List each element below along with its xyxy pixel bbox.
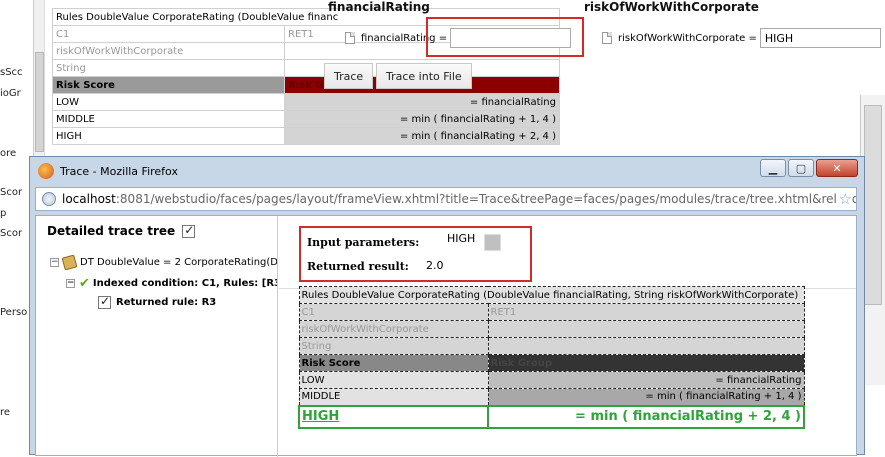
- trace-button[interactable]: Trace: [324, 63, 374, 89]
- field-label: riskOfWorkWithCorporate =: [618, 32, 757, 44]
- table-cell: riskOfWorkWithCorporate: [298, 320, 489, 338]
- table-cell: MIDDLE: [298, 388, 489, 406]
- trace-tree-pane: Detailed trace tree − DT DoubleValue = 2…: [36, 216, 278, 457]
- financial-rating-title: financialRating: [328, 0, 430, 14]
- table-cell[interactable]: MIDDLE: [52, 110, 285, 128]
- table-header: Risk Score: [298, 354, 489, 372]
- table-row[interactable]: LOW = financialRating: [52, 93, 560, 111]
- table-cell[interactable]: = min ( financialRating + 2, 4 ): [284, 127, 560, 145]
- table-row-highlighted: HIGH = min ( financialRating + 2, 4 ): [298, 404, 805, 429]
- table-header[interactable]: Risk Score: [52, 76, 285, 94]
- risk-title: riskOfWorkWithCorporate: [584, 0, 759, 14]
- risk-row: riskOfWorkWithCorporate =: [602, 28, 881, 48]
- table-cell[interactable]: String: [52, 59, 285, 77]
- tree-item[interactable]: − DT DoubleValue = 2 CorporateRating(Do: [50, 254, 278, 271]
- table-cell: LOW: [298, 371, 489, 389]
- table-header: Risk Group: [487, 354, 805, 372]
- returned-result-label: Returned result:: [307, 260, 409, 273]
- url-path: :8081/webstudio/faces/pages/layout/frame…: [115, 192, 857, 206]
- left-scrollbar[interactable]: [33, 0, 45, 160]
- maximize-button[interactable]: ▢: [788, 159, 814, 177]
- left-fragment: Scor: [0, 187, 23, 198]
- url-bar[interactable]: localhost:8081/webstudio/faces/pages/lay…: [35, 187, 857, 211]
- trace-into-file-button[interactable]: Trace into File: [376, 63, 472, 89]
- table-cell: RET1: [487, 303, 805, 321]
- highlighted-cell: = min ( financialRating + 2, 4 ): [487, 404, 805, 429]
- star-icon[interactable]: ☆: [835, 190, 852, 208]
- input-params-label: Input parameters:: [307, 236, 420, 249]
- tree-item-label: Returned rule: R3: [116, 297, 217, 308]
- table-cell: C1: [298, 303, 489, 321]
- trace-rules-table: Rules DoubleValue CorporateRating (Doubl…: [298, 286, 805, 429]
- returned-rule-checkbox: [98, 294, 111, 309]
- input-params-value: HIGH: [447, 232, 476, 245]
- left-fragment: ioGr: [0, 88, 21, 99]
- table-cell: [487, 337, 805, 355]
- input-parameters-box: Input parameters: HIGH Returned result: …: [299, 226, 532, 282]
- table-cell[interactable]: HIGH: [52, 127, 285, 145]
- table-row: LOW = financialRating: [298, 371, 805, 389]
- tree-item[interactable]: − ✔ Indexed condition: C1, Rules: [R3: [66, 276, 278, 291]
- left-fragment: Perso: [0, 307, 28, 318]
- table-cell: String: [298, 337, 489, 355]
- table-cell: = min ( financialRating + 1, 4 ): [487, 388, 805, 406]
- left-fragment: ore: [0, 148, 17, 159]
- table-title: Rules DoubleValue CorporateRating (Doubl…: [298, 286, 805, 304]
- left-fragment: re: [0, 407, 11, 418]
- window-content: Detailed trace tree − DT DoubleValue = 2…: [35, 215, 857, 457]
- tree-item-label: DT DoubleValue = 2 CorporateRating(Do: [80, 257, 278, 268]
- trace-window: Trace - Mozilla Firefox ▁ ▢ ✕ localhost:…: [29, 156, 865, 457]
- window-title: Trace - Mozilla Firefox: [60, 164, 178, 178]
- window-titlebar[interactable]: Trace - Mozilla Firefox ▁ ▢ ✕: [30, 157, 864, 185]
- document-icon: [602, 32, 612, 44]
- table-cell[interactable]: riskOfWorkWithCorporate: [52, 42, 285, 60]
- input-parameters-panel: financialRating riskOfWorkWithCorporate …: [320, 0, 885, 95]
- left-panel-fragment: sScc ioGr ore Scor p Scor Perso re: [0, 0, 32, 455]
- returned-result-value: 2.0: [426, 259, 444, 272]
- document-icon: [345, 32, 355, 44]
- check-icon: ✔: [79, 276, 90, 291]
- expand-param-icon[interactable]: [484, 234, 501, 251]
- collapse-icon[interactable]: −: [50, 258, 59, 267]
- close-button[interactable]: ✕: [816, 159, 858, 177]
- trace-result-pane: Input parameters: HIGH Returned result: …: [279, 216, 856, 457]
- highlighted-cell: HIGH: [298, 404, 489, 429]
- scrollbar-thumb[interactable]: [864, 105, 882, 305]
- highlight-box: [426, 17, 584, 57]
- table-cell[interactable]: = financialRating: [284, 93, 560, 111]
- url-host: localhost: [62, 192, 116, 206]
- left-fragment: Scor: [0, 228, 23, 239]
- left-fragment: p: [0, 208, 7, 219]
- table-row: MIDDLE = min ( financialRating + 1, 4 ): [298, 388, 805, 406]
- table-cell[interactable]: = min ( financialRating + 1, 4 ): [284, 110, 560, 128]
- tree-item[interactable]: Returned rule: R3: [98, 294, 217, 309]
- firefox-icon: [38, 163, 54, 179]
- table-cell: = financialRating: [487, 371, 805, 389]
- tree-header: Detailed trace tree: [47, 223, 196, 238]
- risk-input[interactable]: [759, 28, 881, 48]
- tree-item-label: Indexed condition: C1, Rules: [R3: [92, 278, 278, 289]
- scrollbar-thumb[interactable]: [35, 52, 44, 152]
- tree-header-label: Detailed trace tree: [47, 224, 176, 238]
- left-fragment: sScc: [0, 67, 23, 78]
- table-row[interactable]: HIGH = min ( financialRating + 2, 4 ): [52, 127, 560, 145]
- table-cell[interactable]: C1: [52, 25, 285, 43]
- minimize-button[interactable]: ▁: [760, 159, 786, 177]
- decision-table-icon: [61, 254, 78, 271]
- collapse-icon[interactable]: −: [66, 279, 75, 288]
- table-cell[interactable]: LOW: [52, 93, 285, 111]
- table-row[interactable]: MIDDLE = min ( financialRating + 1, 4 ): [52, 110, 560, 128]
- detailed-trace-checkbox[interactable]: [182, 223, 196, 238]
- table-cell: [487, 320, 805, 338]
- globe-icon: [42, 192, 56, 206]
